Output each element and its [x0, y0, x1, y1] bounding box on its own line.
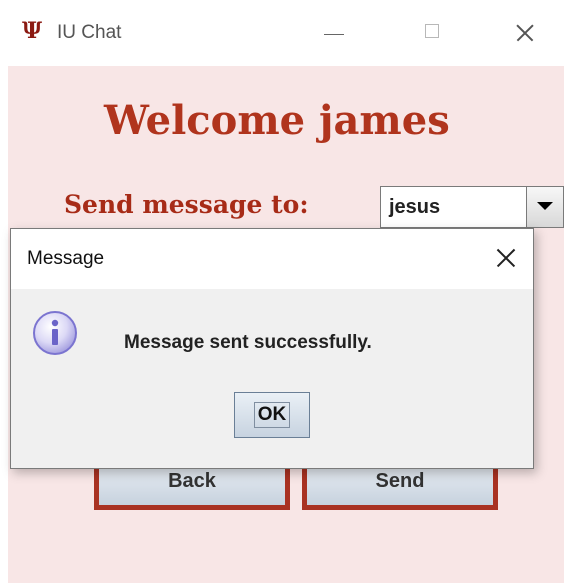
send-to-label: Send message to:	[64, 190, 309, 219]
dropdown-arrow-icon[interactable]	[526, 187, 563, 227]
dialog-message: Message sent successfully.	[124, 332, 372, 353]
recipient-value: jesus	[389, 196, 441, 218]
dialog-title: Message	[27, 248, 105, 269]
minimize-button[interactable]	[314, 12, 354, 52]
window-close-button[interactable]	[505, 12, 545, 52]
ok-button[interactable]: OK	[234, 392, 310, 438]
recipient-select[interactable]: jesus	[380, 186, 564, 228]
info-icon	[33, 311, 77, 355]
dialog-titlebar: Message	[11, 229, 533, 289]
dialog-close-button[interactable]	[491, 243, 521, 273]
welcome-heading: Welcome james	[104, 97, 450, 144]
message-dialog: Message Message sent successfully. OK	[10, 228, 534, 469]
window-titlebar: Ψ IU Chat	[0, 0, 564, 66]
maximize-button[interactable]	[413, 12, 453, 52]
app-logo-icon: Ψ	[22, 18, 43, 44]
window-title: IU Chat	[57, 22, 122, 43]
ok-button-label: OK	[254, 402, 290, 428]
